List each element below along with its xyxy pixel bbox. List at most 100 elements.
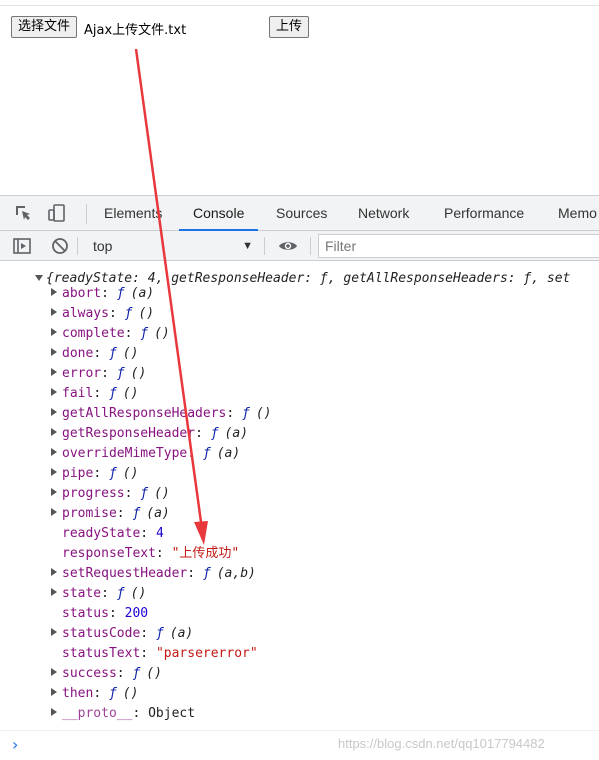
expand-triangle-icon[interactable]	[51, 368, 57, 376]
prop-args: ()	[130, 586, 147, 601]
prop-args: (a)	[130, 286, 155, 301]
prop-args: ()	[154, 486, 170, 501]
tab-separator	[86, 204, 87, 224]
expand-triangle-icon[interactable]	[51, 488, 57, 496]
filter-box	[318, 234, 599, 258]
tab-elements[interactable]: Elements	[104, 196, 162, 230]
page-top-border	[0, 0, 599, 6]
prop-colon: :	[93, 346, 109, 361]
expand-triangle-icon[interactable]	[51, 688, 57, 696]
console-prop-row[interactable]: abort: ƒ (a)	[51, 284, 154, 304]
device-toggle-icon[interactable]	[48, 204, 66, 222]
tab-sources[interactable]: Sources	[276, 196, 327, 230]
prop-args: (a)	[216, 446, 241, 461]
tab-performance[interactable]: Performance	[444, 196, 524, 230]
console-prop-row[interactable]: done: ƒ ()	[51, 344, 138, 364]
prop-value: ƒ	[116, 586, 125, 601]
console-prop-row[interactable]: __proto__: Object	[51, 704, 195, 724]
prop-colon: :	[124, 326, 141, 341]
expand-triangle-icon[interactable]	[35, 275, 43, 281]
expand-triangle-icon[interactable]	[51, 508, 57, 516]
prop-key: always	[62, 306, 109, 321]
console-prop-row: status: 200	[51, 604, 148, 624]
prompt-chevron-icon: ›	[12, 735, 19, 754]
console-prop-row[interactable]: then: ƒ ()	[51, 684, 138, 704]
expand-triangle-icon[interactable]	[51, 428, 57, 436]
expand-triangle-icon[interactable]	[51, 568, 57, 576]
prop-value: ƒ	[108, 686, 117, 701]
context-value: top	[93, 238, 113, 254]
context-selector[interactable]: top ▼	[85, 234, 257, 258]
prop-value: ƒ	[210, 426, 219, 441]
console-prop-row[interactable]: progress: ƒ ()	[51, 484, 170, 504]
console-prompt[interactable]: › https://blog.csdn.net/qq1017794482	[0, 730, 599, 760]
prop-colon: :	[108, 306, 125, 321]
console-output: {readyState: 4, getResponseHeader: ƒ, ge…	[0, 262, 599, 732]
tab-network[interactable]: Network	[358, 196, 409, 230]
prop-key: complete	[62, 326, 125, 341]
prop-value: ƒ	[108, 466, 117, 481]
console-prop-row[interactable]: getAllResponseHeaders: ƒ ()	[51, 404, 272, 424]
console-prop-row[interactable]: getResponseHeader: ƒ (a)	[51, 424, 248, 444]
console-prop-row: readyState: 4	[51, 524, 164, 544]
console-prop-row[interactable]: error: ƒ ()	[51, 364, 146, 384]
prop-args: (a)	[169, 626, 194, 641]
prop-key: pipe	[62, 466, 94, 481]
console-prop-row[interactable]: statusCode: ƒ (a)	[51, 624, 193, 644]
devtools-tabbar: Elements Console Sources Network Perform…	[0, 196, 599, 231]
prop-colon: :	[140, 646, 156, 661]
expand-triangle-icon[interactable]	[51, 448, 57, 456]
expand-triangle-icon[interactable]	[51, 408, 57, 416]
clear-console-icon[interactable]	[51, 237, 69, 255]
prop-value: ƒ	[108, 346, 117, 361]
console-prop-row: statusText: "parsererror"	[51, 644, 258, 664]
expand-triangle-icon[interactable]	[51, 308, 57, 316]
sidebar-toggle-icon[interactable]	[13, 237, 31, 255]
expand-triangle-icon[interactable]	[51, 388, 57, 396]
expand-triangle-icon[interactable]	[51, 468, 57, 476]
prop-key: readyState	[62, 526, 141, 541]
prop-value: ƒ	[132, 506, 141, 521]
selected-file-name: Ajax上传文件.txt	[84, 23, 187, 38]
prop-value: 4	[155, 526, 164, 541]
prop-value: ƒ	[124, 306, 133, 321]
expand-triangle-icon[interactable]	[51, 628, 57, 636]
prop-args: ()	[146, 666, 162, 681]
console-prop-row[interactable]: state: ƒ ()	[51, 584, 146, 604]
prop-value: ƒ	[132, 666, 141, 681]
prop-key: then	[62, 686, 94, 701]
expand-triangle-icon[interactable]	[51, 328, 57, 336]
prop-key: progress	[62, 486, 125, 501]
filter-input[interactable]	[319, 235, 599, 257]
inspect-element-icon[interactable]	[14, 204, 32, 222]
prop-value: "parsererror"	[155, 646, 258, 661]
console-prop-row[interactable]: always: ƒ ()	[51, 304, 154, 324]
expand-triangle-icon[interactable]	[51, 588, 57, 596]
console-prop-row[interactable]: success: ƒ ()	[51, 664, 162, 684]
prop-colon: :	[140, 626, 156, 641]
expand-triangle-icon[interactable]	[51, 708, 57, 716]
prop-colon: :	[187, 566, 203, 581]
prop-key: statusText	[62, 646, 141, 661]
prop-colon: :	[124, 486, 141, 501]
prop-colon: :	[93, 686, 109, 701]
expand-triangle-icon[interactable]	[51, 668, 57, 676]
expand-triangle-icon[interactable]	[51, 288, 57, 296]
choose-file-button[interactable]: 选择文件	[11, 16, 78, 38]
console-prop-row[interactable]: setRequestHeader: ƒ (a,b)	[51, 564, 256, 584]
tab-console[interactable]: Console	[178, 196, 259, 231]
console-prop-row[interactable]: overrideMimeType: ƒ (a)	[51, 444, 240, 464]
prop-key: statusCode	[62, 626, 141, 641]
chevron-down-icon: ▼	[242, 240, 253, 252]
prop-colon: :	[116, 506, 133, 521]
expand-triangle-icon[interactable]	[51, 348, 57, 356]
upload-button[interactable]: 上传	[269, 16, 310, 38]
eye-icon[interactable]	[278, 237, 298, 255]
console-prop-row[interactable]: complete: ƒ ()	[51, 324, 170, 344]
console-prop-row[interactable]: promise: ƒ (a)	[51, 504, 170, 524]
prop-colon: :	[93, 466, 109, 481]
tab-memory[interactable]: Memo	[558, 196, 597, 230]
console-prop-row[interactable]: fail: ƒ ()	[51, 384, 138, 404]
watermark: https://blog.csdn.net/qq1017794482	[338, 736, 545, 751]
console-prop-row[interactable]: pipe: ƒ ()	[51, 464, 138, 484]
